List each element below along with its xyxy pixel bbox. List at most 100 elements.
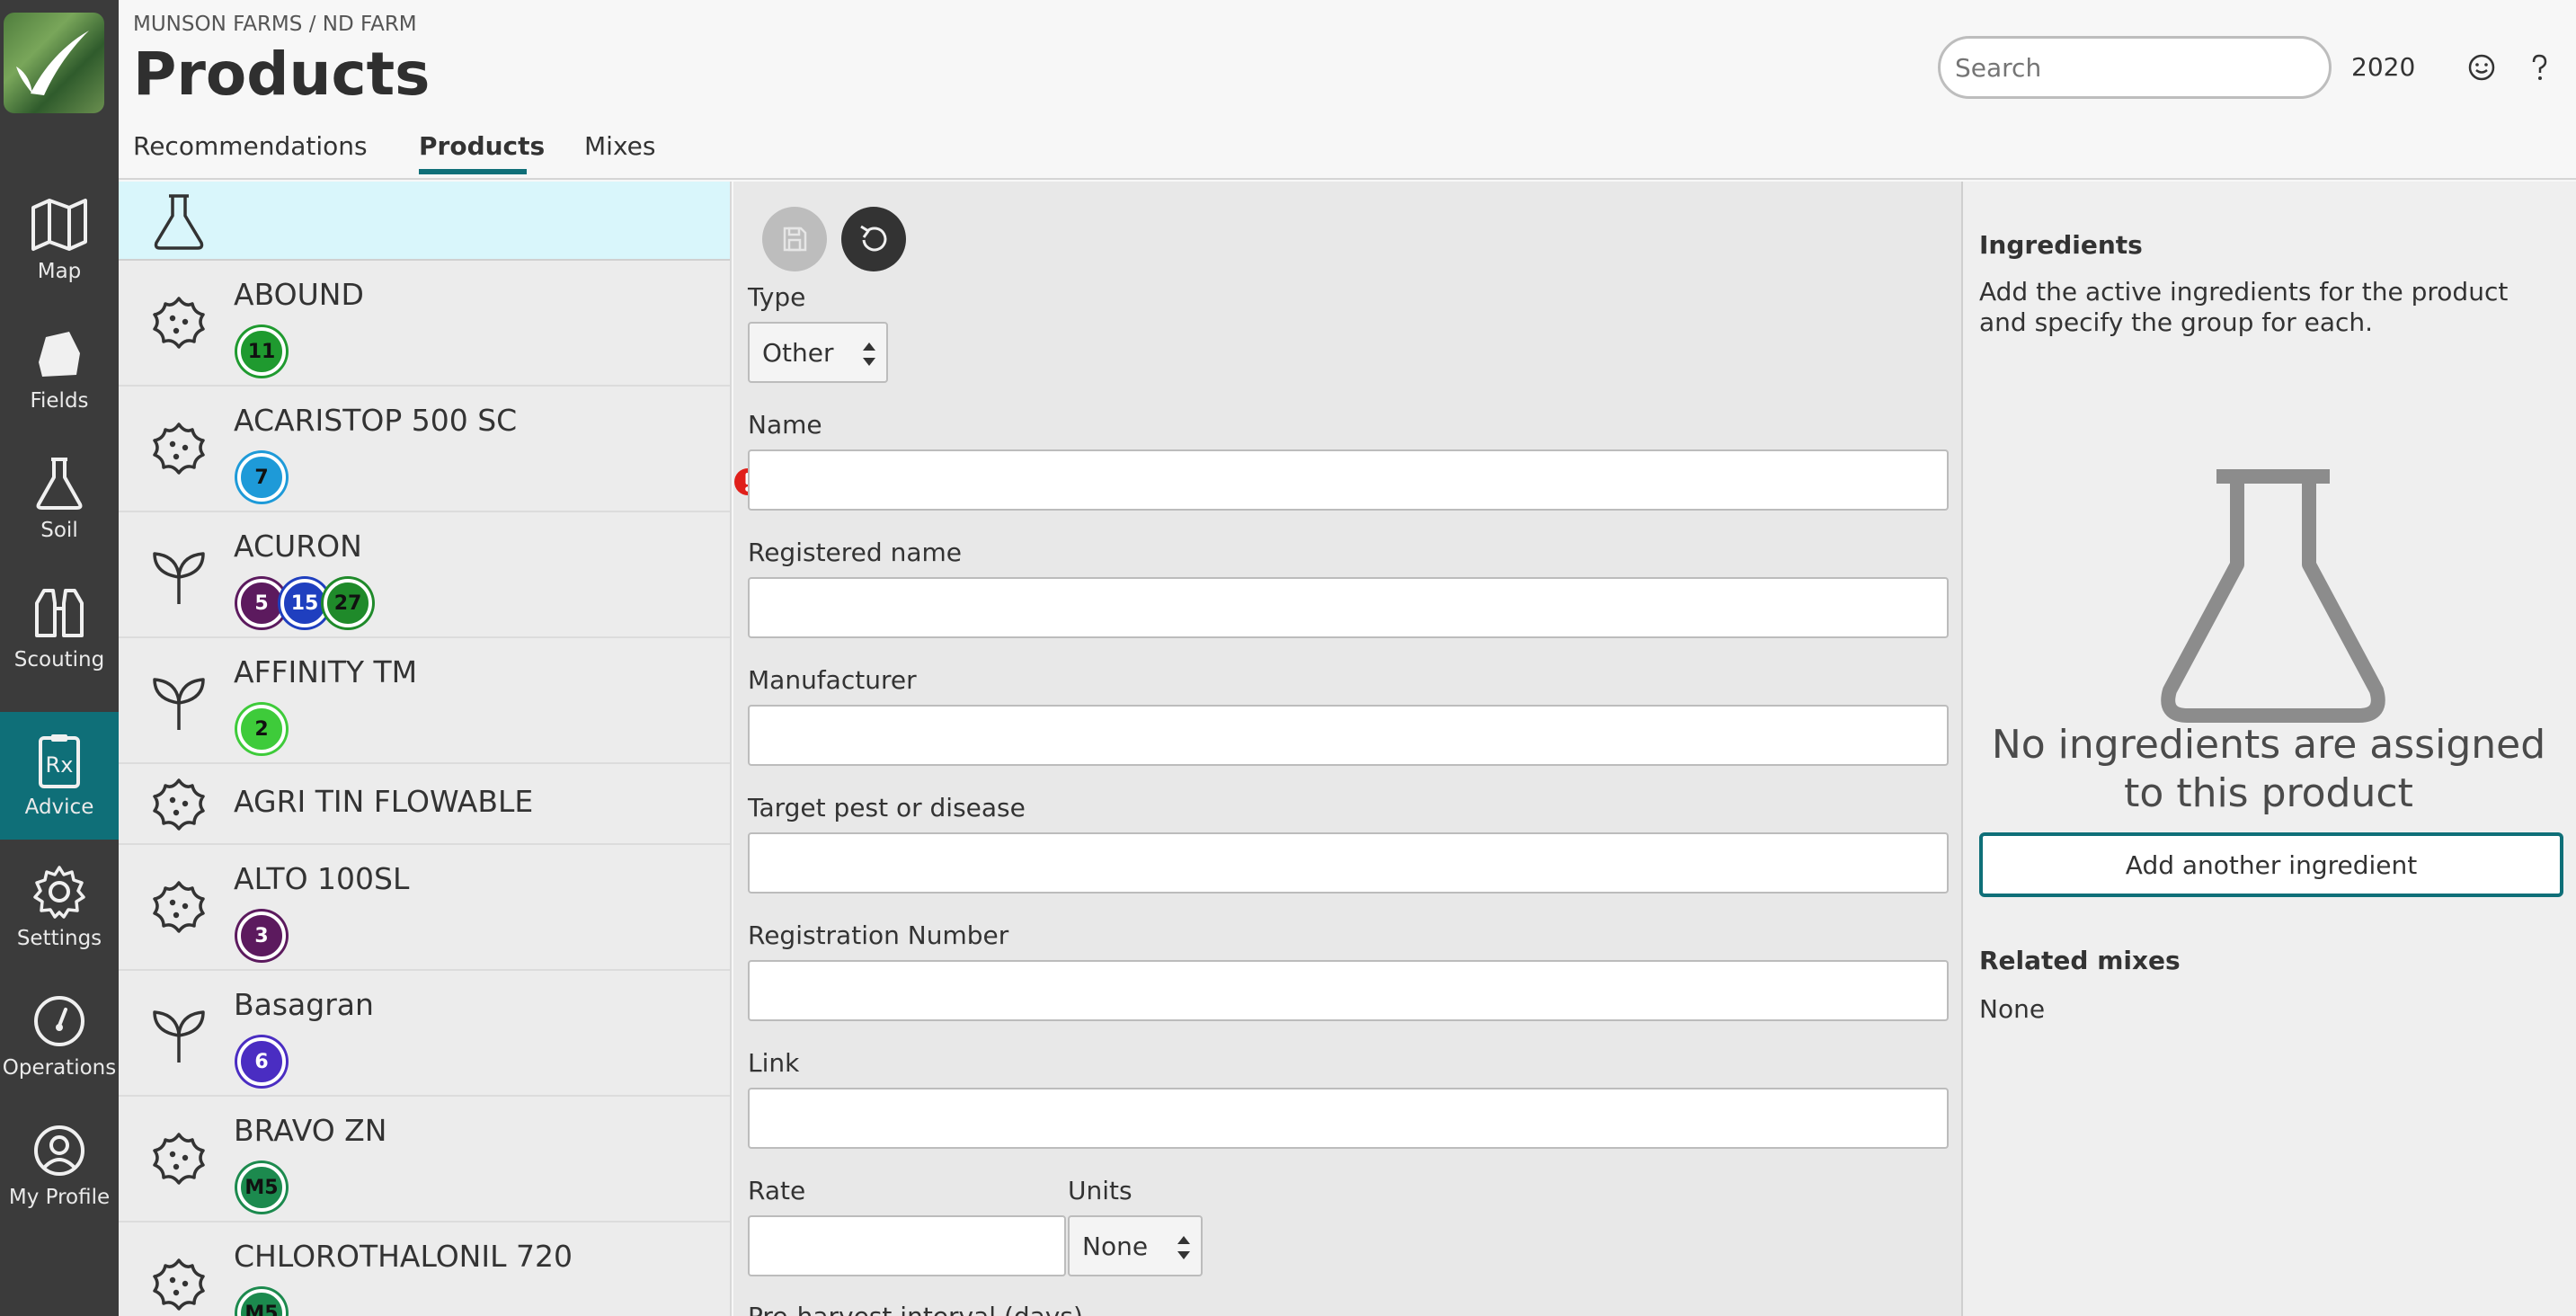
related-mixes-title: Related mixes — [1979, 946, 2181, 975]
product-name: BRAVO ZN — [234, 1113, 387, 1148]
fungus-icon — [153, 297, 205, 349]
nav-label: Operations — [2, 1056, 117, 1080]
nav-item-settings[interactable]: Settings — [0, 843, 119, 971]
manufacturer-label: Manufacturer — [748, 665, 917, 695]
save-button[interactable] — [762, 207, 827, 271]
group-badges: 7 — [232, 453, 286, 502]
product-name: ACURON — [234, 529, 362, 564]
units-label: Units — [1068, 1176, 1133, 1205]
group-badge: 15 — [280, 579, 329, 627]
svg-text:Rx: Rx — [46, 752, 74, 778]
target-pest-label: Target pest or disease — [748, 793, 1026, 822]
units-select[interactable]: None — [1068, 1215, 1203, 1276]
feedback-smiley-icon[interactable] — [2466, 52, 2497, 83]
product-list-item[interactable]: ALTO 100SL 3 — [119, 845, 730, 971]
group-badge: 5 — [237, 579, 286, 627]
product-name: ACARISTOP 500 SC — [234, 403, 518, 438]
active-tab-indicator — [419, 169, 527, 174]
revert-button[interactable] — [841, 207, 906, 271]
app-logo[interactable] — [4, 13, 104, 113]
group-badge-text: 27 — [333, 591, 362, 615]
leaf-logo-icon — [16, 31, 89, 95]
product-name: ABOUND — [234, 277, 364, 312]
sprout-icon — [153, 1010, 205, 1063]
target-pest-input[interactable] — [748, 832, 1949, 894]
product-items: ABOUND 11 ACARISTOP 500 SC 7 ACURON 5 15 27 AFFI… — [119, 261, 730, 1316]
rate-label: Rate — [748, 1176, 806, 1205]
group-badges: 3 — [232, 911, 286, 960]
group-badges: 6 — [232, 1037, 286, 1086]
units-value: None — [1082, 1231, 1149, 1261]
page-title: Products — [133, 40, 431, 109]
binoculars-icon — [35, 589, 84, 637]
nav-item-map[interactable]: Map — [0, 176, 119, 304]
product-list-item[interactable]: AGRI TIN FLOWABLE — [119, 764, 730, 845]
tab-products[interactable]: Products — [419, 131, 545, 161]
rate-input[interactable] — [748, 1215, 1066, 1276]
nav-item-advice[interactable]: Rx Advice — [0, 712, 119, 840]
help-icon[interactable] — [2524, 52, 2554, 83]
type-select[interactable]: Other — [748, 322, 888, 383]
prescription-icon: Rx — [39, 734, 80, 788]
group-badge-text: 6 — [254, 1050, 269, 1073]
group-badge-text: M5 — [244, 1302, 279, 1316]
flask-icon — [154, 194, 204, 250]
link-input[interactable] — [748, 1088, 1949, 1149]
group-badge: M5 — [237, 1289, 286, 1316]
nav-item-operations[interactable]: Operations — [0, 973, 119, 1100]
nav-item-scouting[interactable]: Scouting — [0, 565, 119, 692]
group-badge-text: 5 — [254, 591, 269, 615]
registration-number-label: Registration Number — [748, 920, 1009, 950]
nav-label: Soil — [40, 519, 78, 542]
type-value: Other — [762, 337, 834, 368]
registered-name-input[interactable] — [748, 577, 1949, 638]
product-list-item[interactable]: Basagran 6 — [119, 971, 730, 1097]
product-list-item[interactable]: BRAVO ZN M5 — [119, 1097, 730, 1223]
tab-mixes[interactable]: Mixes — [584, 131, 655, 161]
registration-number-input[interactable] — [748, 960, 1949, 1021]
product-name: Basagran — [234, 987, 374, 1022]
product-list-item[interactable]: ABOUND 11 — [119, 261, 730, 387]
fungus-icon — [153, 881, 205, 933]
product-list-item[interactable]: ACURON 5 15 27 — [119, 512, 730, 638]
group-badges: 5 15 27 — [232, 579, 372, 627]
save-icon — [783, 227, 807, 252]
product-list-item[interactable]: CHLOROTHALONIL 720 M5 — [119, 1223, 730, 1316]
group-badge-text: 3 — [254, 924, 269, 947]
nav-item-fields[interactable]: Fields — [0, 306, 119, 433]
map-icon — [31, 199, 87, 251]
new-product-row[interactable] — [119, 182, 730, 261]
name-label: Name — [748, 410, 822, 440]
nav-label: Fields — [30, 389, 89, 413]
flask-icon — [36, 458, 83, 510]
nav-label: Map — [37, 260, 82, 283]
group-badge: 6 — [237, 1037, 286, 1086]
left-nav: Map Fields Soil Scouting Rx Advice Setti… — [0, 0, 119, 1316]
gear-icon — [33, 866, 85, 919]
ingredients-description: Add the active ingredients for the produ… — [1979, 277, 2509, 337]
registered-name-label: Registered name — [748, 538, 962, 567]
nav-label: Scouting — [13, 648, 105, 671]
tab-recommendations[interactable]: Recommendations — [133, 131, 368, 161]
manufacturer-input[interactable] — [748, 705, 1949, 766]
nav-item-my-profile[interactable]: My Profile — [0, 1102, 119, 1230]
group-badge-text: 15 — [290, 591, 319, 615]
add-ingredient-button[interactable]: Add another ingredient — [1979, 832, 2563, 897]
link-label: Link — [748, 1048, 800, 1078]
fungus-icon — [153, 1133, 205, 1185]
empty-ingredients-message: No ingredients are assigned to this prod… — [1991, 722, 2546, 816]
select-arrows-icon — [1177, 1236, 1190, 1259]
nav-item-soil[interactable]: Soil — [0, 435, 119, 563]
group-badge: 2 — [237, 705, 286, 753]
product-list-item[interactable]: AFFINITY TM 2 — [119, 638, 730, 764]
breadcrumb[interactable]: MUNSON FARMS / ND FARM — [133, 13, 417, 36]
ingredients-title: Ingredients — [1979, 230, 2143, 260]
user-icon — [34, 1125, 84, 1176]
year-selector[interactable]: 2020 — [2351, 52, 2415, 82]
product-list: ABOUND 11 ACARISTOP 500 SC 7 ACURON 5 15 27 AFFI… — [119, 182, 732, 1316]
product-list-item[interactable]: ACARISTOP 500 SC 7 — [119, 387, 730, 512]
fungus-icon — [153, 778, 205, 831]
name-input[interactable] — [748, 449, 1949, 511]
gauge-icon — [34, 996, 84, 1046]
search-input[interactable] — [1938, 36, 2332, 99]
